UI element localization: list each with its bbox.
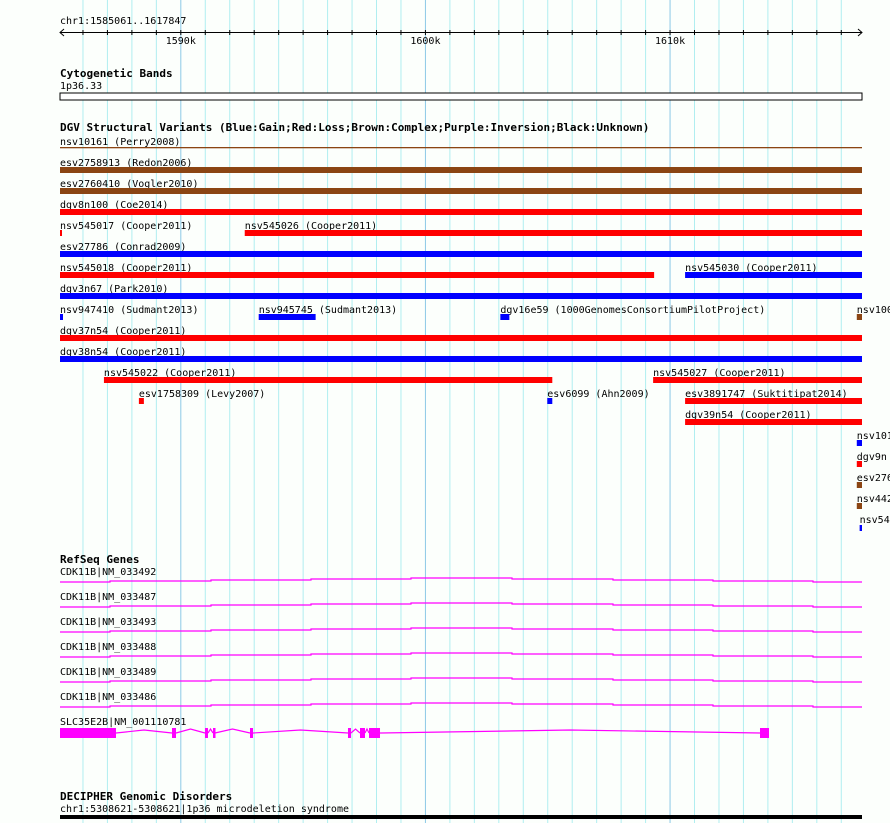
gene-label[interactable]: CDK11B|NM_033487: [60, 592, 156, 603]
dgv-variant-label[interactable]: nsv10161 (Perry2008): [60, 137, 180, 148]
gene-label[interactable]: CDK11B|NM_033493: [60, 617, 156, 628]
gene-transcript-line[interactable]: [60, 652, 862, 658]
dgv-variant-label[interactable]: nsv947410 (Sudmant2013): [60, 305, 198, 316]
dgv-variant-bar[interactable]: [856, 461, 862, 467]
gene-transcript-line[interactable]: [60, 702, 862, 708]
gene-exon[interactable]: [205, 728, 208, 738]
gene-label[interactable]: CDK11B|NM_033489: [60, 667, 156, 678]
gene-label[interactable]: SLC35E2B|NM_001110781: [60, 717, 186, 728]
dgv-variant-bar[interactable]: [103, 377, 553, 383]
cytoband-bar[interactable]: [59, 92, 863, 101]
gene-transcript-line[interactable]: [60, 677, 862, 683]
cytoband-track-title: Cytogenetic Bands: [60, 67, 173, 80]
ruler-location-label: chr1:1585061..1617847: [60, 16, 186, 27]
dgv-variant-bar[interactable]: [258, 314, 316, 320]
dgv-variant-bar[interactable]: [859, 525, 862, 531]
ruler-tick-label: 1600k: [410, 36, 440, 47]
decipher-track-title: DECIPHER Genomic Disorders: [60, 790, 232, 803]
dgv-variant-bar[interactable]: [685, 419, 862, 425]
decipher-label[interactable]: chr1:5308621-5308621|1p36 microdeletion …: [60, 804, 349, 815]
dgv-variant-label[interactable]: dgv16e59 (1000GenomesConsortiumPilotProj…: [500, 305, 765, 316]
dgv-variant-label[interactable]: esv6099 (Ahn2009): [547, 389, 649, 400]
dgv-variant-bar[interactable]: [60, 272, 655, 278]
dgv-variant-bar[interactable]: [500, 314, 510, 320]
dgv-variant-bar[interactable]: [856, 482, 862, 488]
dgv-variant-bar[interactable]: [60, 209, 862, 215]
dgv-variant-label[interactable]: nsv54: [860, 515, 890, 526]
ruler-tick-label: 1610k: [655, 36, 685, 47]
dgv-variant-bar[interactable]: [856, 314, 862, 320]
dgv-variant-bar[interactable]: [685, 272, 862, 278]
dgv-variant-bar[interactable]: [685, 398, 862, 404]
dgv-variant-bar[interactable]: [60, 230, 62, 236]
gene-exon[interactable]: [359, 728, 365, 738]
gene-label[interactable]: CDK11B|NM_033488: [60, 642, 156, 653]
gene-intron[interactable]: [364, 727, 370, 734]
cytoband-label[interactable]: 1p36.33: [60, 81, 102, 92]
dgv-variant-bar[interactable]: [856, 503, 862, 509]
dgv-variant-bar[interactable]: [60, 188, 862, 194]
dgv-variant-bar[interactable]: [60, 167, 862, 173]
refseq-track-title: RefSeq Genes: [60, 553, 139, 566]
gene-transcript-line[interactable]: [60, 602, 862, 608]
dgv-variant-label[interactable]: esv1758309 (Levy2007): [139, 389, 265, 400]
gene-intron[interactable]: [115, 729, 173, 734]
dgv-track-title: DGV Structural Variants (Blue:Gain;Red:L…: [60, 121, 649, 134]
dgv-variant-bar[interactable]: [60, 314, 64, 320]
gene-transcript-line[interactable]: [60, 577, 862, 583]
dgv-variant-bar[interactable]: [856, 440, 862, 446]
gene-intron[interactable]: [379, 729, 761, 734]
genome-browser-panel: chr1:1585061..1617847 1590k 1600k 1610k Cyto…: [59, 0, 890, 823]
dgv-variant-bar[interactable]: [60, 335, 862, 341]
gene-exon[interactable]: [368, 728, 381, 738]
ruler-tick-label: 1590k: [166, 36, 196, 47]
gene-exon[interactable]: [172, 728, 176, 738]
dgv-variant-label[interactable]: nsv545017 (Cooper2011): [60, 221, 192, 232]
gene-exon[interactable]: [347, 728, 351, 738]
gene-label[interactable]: CDK11B|NM_033492: [60, 567, 156, 578]
gene-label[interactable]: CDK11B|NM_033486: [60, 692, 156, 703]
dgv-variant-bar[interactable]: [60, 251, 862, 257]
dgv-variant-bar[interactable]: [244, 230, 862, 236]
dgv-variant-bar[interactable]: [653, 377, 862, 383]
gene-exon[interactable]: [213, 728, 216, 738]
decipher-bar[interactable]: [60, 815, 862, 819]
gene-transcript-line[interactable]: [60, 627, 862, 633]
gene-exon[interactable]: [60, 728, 116, 738]
dgv-variant-bar[interactable]: [60, 293, 862, 299]
gene-intron[interactable]: [207, 727, 214, 734]
gene-exon[interactable]: [759, 728, 769, 738]
dgv-variant-bar[interactable]: [60, 147, 862, 149]
dgv-variant-bar[interactable]: [547, 398, 553, 404]
gene-intron[interactable]: [214, 728, 251, 734]
gene-exon[interactable]: [249, 728, 254, 738]
dgv-variant-bar[interactable]: [138, 398, 144, 404]
gene-intron[interactable]: [252, 729, 349, 734]
dgv-variant-bar[interactable]: [60, 356, 862, 362]
